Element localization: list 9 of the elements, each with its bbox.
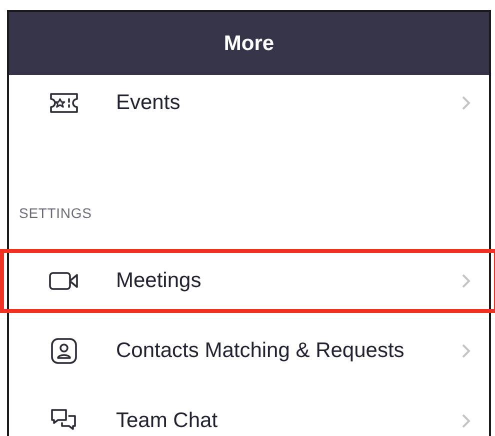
ticket-icon: [47, 92, 81, 114]
video-camera-icon: [48, 271, 80, 291]
chevron-right-icon: [461, 273, 471, 289]
chevron-right-icon: [461, 343, 471, 359]
screen-title: More: [224, 30, 274, 57]
contact-icon: [50, 337, 78, 365]
chevron-right-icon: [461, 94, 471, 110]
section-heading: SETTINGS: [19, 204, 92, 222]
chevron-right-icon: [461, 413, 471, 429]
